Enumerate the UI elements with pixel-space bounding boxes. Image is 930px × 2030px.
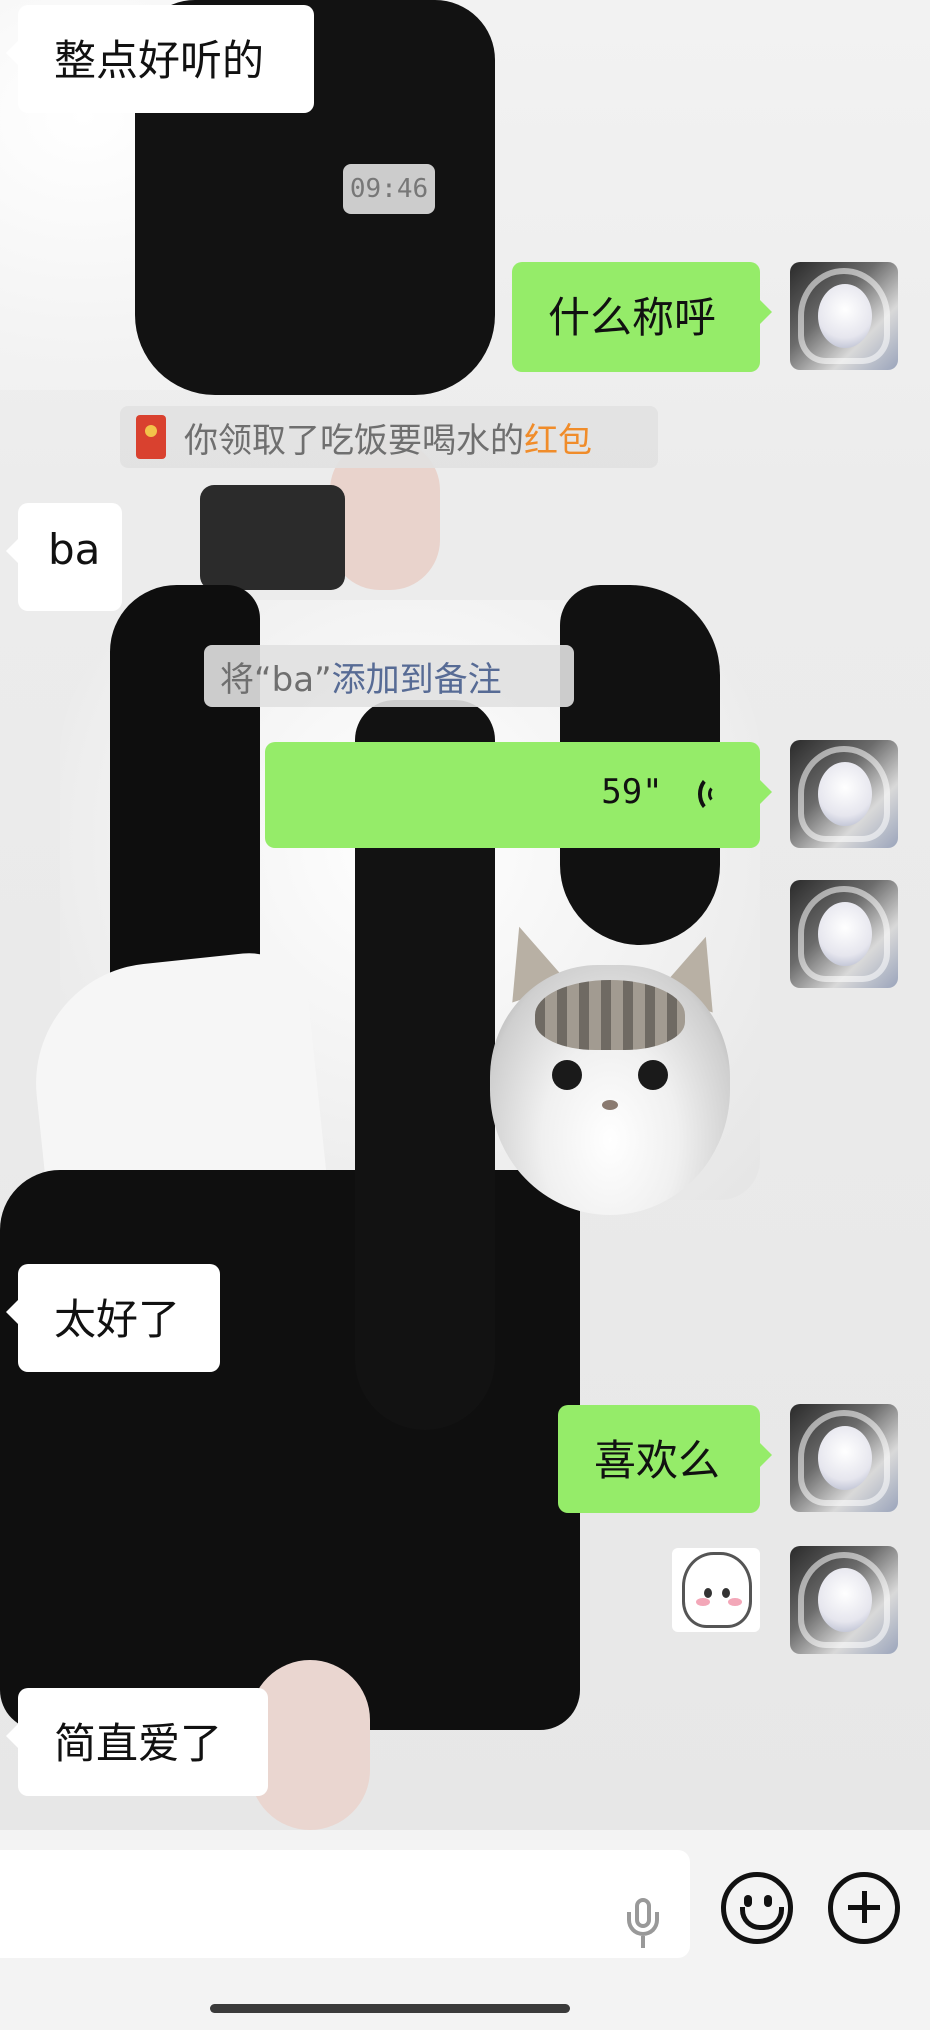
add-remark-notice[interactable]: 将“ba” 添加到备注 — [204, 645, 574, 707]
timestamp: 09:46 — [343, 164, 435, 214]
anime-girl-sticker[interactable] — [672, 1548, 760, 1632]
message-text: ba — [48, 525, 101, 574]
notice-text: 将“ba” — [220, 659, 332, 700]
my-avatar[interactable] — [790, 880, 898, 988]
plus-icon[interactable] — [828, 1872, 900, 1944]
incoming-message[interactable]: 整点好听的 — [6, 5, 314, 113]
home-indicator[interactable] — [210, 2004, 570, 2013]
my-avatar[interactable] — [790, 740, 898, 848]
outgoing-message[interactable]: 什么称呼 — [512, 262, 772, 372]
add-remark-link[interactable]: 添加到备注 — [332, 652, 502, 701]
incoming-message[interactable]: ba — [6, 503, 122, 611]
message-text: 整点好听的 — [54, 36, 265, 85]
incoming-message[interactable]: 简直爱了 — [6, 1688, 268, 1796]
message-text: 什么称呼 — [548, 293, 717, 342]
red-packet-icon — [136, 415, 166, 459]
emoji-icon[interactable] — [721, 1872, 793, 1944]
my-avatar[interactable] — [790, 262, 898, 370]
message-text: 太好了 — [54, 1295, 181, 1344]
message-text: 简直爱了 — [54, 1719, 223, 1768]
my-avatar[interactable] — [790, 1546, 898, 1654]
cat-sticker[interactable] — [490, 917, 735, 1225]
mic-icon[interactable] — [623, 1898, 663, 1952]
outgoing-message[interactable]: 喜欢么 — [558, 1405, 772, 1513]
message-text: 喜欢么 — [594, 1436, 721, 1485]
notice-text: 你领取了吃饭要喝水的 — [184, 420, 524, 461]
message-input[interactable] — [0, 1850, 690, 1958]
voice-message[interactable]: 59" — [265, 742, 772, 848]
voice-duration: 59" — [601, 772, 663, 812]
input-bar — [0, 1830, 930, 2030]
red-packet-link[interactable]: 红包 — [524, 413, 592, 462]
my-avatar[interactable] — [790, 1404, 898, 1512]
incoming-message[interactable]: 太好了 — [6, 1264, 220, 1372]
red-packet-notice[interactable]: 你领取了吃饭要喝水的 红包 — [120, 406, 658, 468]
voice-waves-icon — [698, 774, 724, 813]
